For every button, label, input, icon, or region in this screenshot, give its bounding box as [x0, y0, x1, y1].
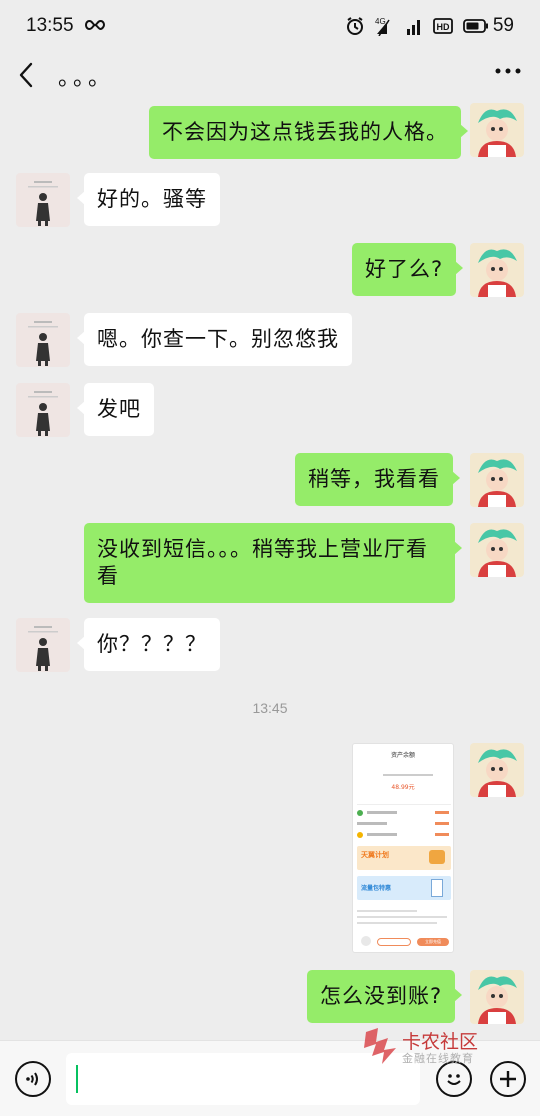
message-bubble-other[interactable]: 嗯。你查一下。别忽悠我	[77, 313, 352, 366]
message-bubble-me[interactable]: 稍等，我看看	[295, 453, 460, 506]
voice-wave-icon	[26, 1072, 38, 1086]
contact-avatar[interactable]	[16, 383, 70, 437]
svg-text:HD: HD	[436, 22, 449, 32]
status-time: 13:55	[26, 15, 74, 36]
thumb-banner-1: 天翼计划	[357, 846, 451, 870]
back-button[interactable]	[18, 60, 48, 90]
message-bubble-me[interactable]: 不会因为这点钱丢我的人格。	[149, 106, 468, 159]
more-options-button[interactable]	[494, 62, 522, 89]
signal-bars-icon	[406, 17, 423, 35]
voice-input-button[interactable]	[15, 1061, 51, 1097]
contact-avatar[interactable]	[16, 313, 70, 367]
image-message-thumbnail[interactable]: 资产余额 48.99元 天翼计划 流量包特惠 立即充值	[352, 743, 454, 953]
watermark: 卡农社区 金融在线教育	[362, 1024, 482, 1068]
my-avatar[interactable]	[470, 743, 524, 797]
my-avatar[interactable]	[470, 523, 524, 577]
my-avatar[interactable]	[470, 243, 524, 297]
message-bubble-other[interactable]: 发吧	[77, 383, 154, 436]
text-caret	[76, 1065, 78, 1093]
signal-4g-icon: 4G	[375, 16, 397, 36]
my-avatar[interactable]	[470, 970, 524, 1024]
alarm-icon	[345, 16, 365, 36]
thumb-title: 资产余额	[390, 752, 415, 759]
my-avatar[interactable]	[470, 453, 524, 507]
time-divider: 13:45	[252, 700, 288, 716]
svg-text:4G: 4G	[375, 17, 386, 26]
battery-level: 59	[492, 15, 514, 36]
thumb-button: 立即充值	[417, 938, 449, 946]
message-bubble-other[interactable]: 好的。骚等	[77, 173, 220, 226]
battery-icon: 59	[462, 15, 514, 37]
message-bubble-me[interactable]: 怎么没到账?	[307, 970, 463, 1023]
thumb-amount: 48.99元	[391, 784, 415, 791]
message-bubble-me[interactable]: 没收到短信。。。稍等我上营业厅看看	[84, 523, 462, 603]
plus-icon	[500, 1071, 516, 1087]
infinity-icon	[84, 15, 106, 37]
chat-title: 。。。	[58, 66, 115, 91]
watermark-logo-icon	[364, 1028, 396, 1064]
contact-avatar[interactable]	[16, 173, 70, 227]
chevron-left-icon	[19, 62, 33, 88]
watermark-slogan: 金融在线教育	[402, 1052, 474, 1065]
status-bar: 13:55 4G HD 59	[0, 0, 540, 52]
chat-header: 。。。	[0, 52, 540, 98]
hd-icon: HD	[432, 16, 453, 36]
my-avatar[interactable]	[470, 103, 524, 157]
contact-avatar[interactable]	[16, 618, 70, 672]
smiley-icon	[447, 1074, 461, 1085]
more-dots-icon	[495, 68, 521, 73]
message-bubble-other[interactable]: 你？？？？	[77, 618, 220, 671]
thumb-banner-2: 流量包特惠	[357, 876, 451, 900]
more-functions-button[interactable]	[490, 1061, 526, 1097]
message-bubble-me[interactable]: 好了么?	[352, 243, 464, 296]
